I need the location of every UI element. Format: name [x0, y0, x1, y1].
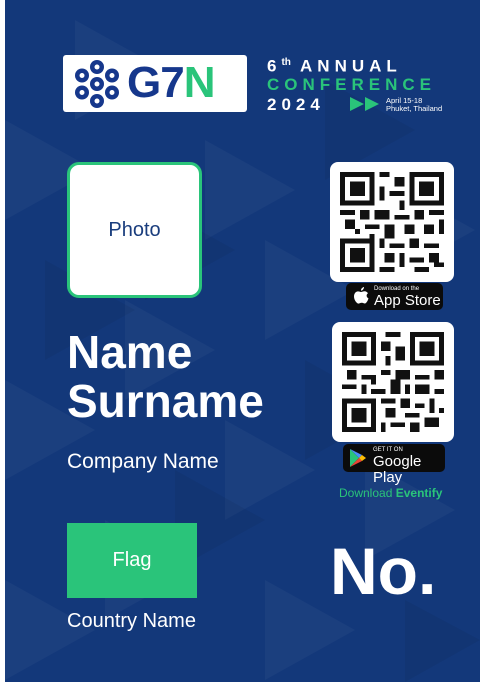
conference-title: CONFERENCE	[267, 75, 437, 94]
qr-code-icon	[342, 332, 444, 432]
qr-code-google-play[interactable]	[332, 322, 454, 442]
apple-icon	[354, 287, 369, 304]
flag-placeholder: Flag	[67, 523, 197, 598]
molecule-hexagon-icon	[75, 60, 119, 108]
conference-year: 2024	[267, 95, 325, 114]
download-eventify-text: Download Eventify	[339, 486, 443, 500]
double-play-arrow-icon	[350, 97, 379, 111]
badge: G7N 6th ANNUAL CONFERENCE 2024 April 15-…	[5, 0, 480, 682]
conference-date-location: April 15-18 Phuket, Thailand	[386, 96, 443, 113]
attendee-name: Name Surname	[67, 328, 264, 426]
company-name: Company Name	[67, 450, 219, 473]
g7n-logo: G7N	[63, 55, 247, 112]
logo-wordmark: G7N	[127, 58, 215, 107]
badge-number-label: No.	[330, 534, 437, 608]
google-play-icon	[350, 449, 366, 467]
app-store-big-text: App Store	[374, 292, 441, 309]
surname: Surname	[67, 375, 264, 427]
google-play-big-text: Google Play	[373, 453, 422, 486]
country-name: Country Name	[67, 610, 196, 632]
conference-annual-line: 6th ANNUAL	[267, 56, 402, 76]
photo-placeholder: Photo	[67, 162, 202, 298]
qr-code-icon	[340, 172, 444, 272]
app-store-button[interactable]: Download on the App Store	[346, 283, 443, 310]
qr-code-app-store[interactable]	[330, 162, 454, 282]
google-play-button[interactable]: GET IT ON Google Play	[343, 444, 445, 486]
first-name: Name	[67, 326, 193, 378]
